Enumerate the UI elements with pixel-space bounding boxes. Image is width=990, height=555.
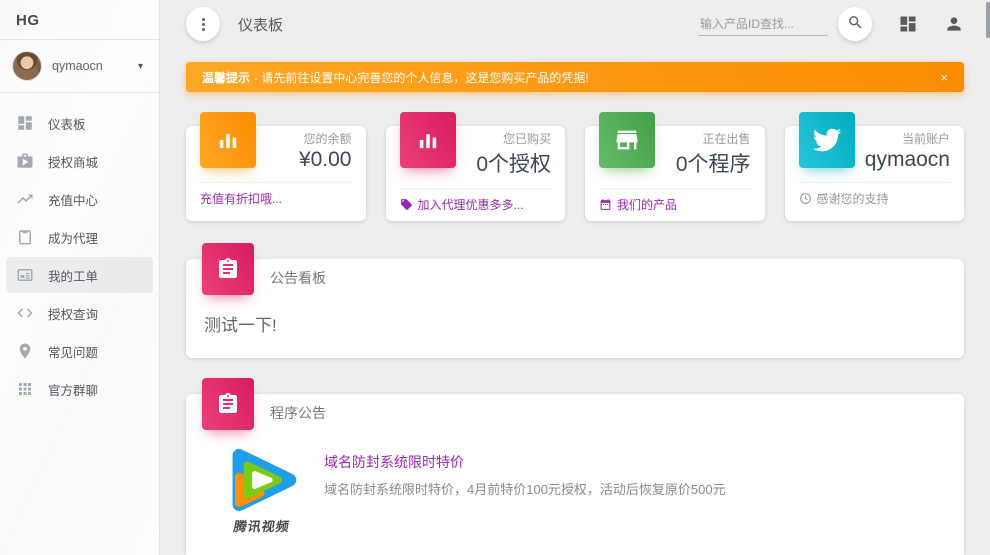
stats-row: 您的余额 ¥0.00 充值有折扣哦... 您已购买 0个授权 <box>186 126 964 221</box>
close-icon[interactable]: × <box>940 70 948 85</box>
stat-card-purchased: 您已购买 0个授权 加入代理优惠多多... <box>386 126 566 221</box>
stat-value: 0个程序 <box>655 148 751 178</box>
scrollbar-thumb[interactable] <box>986 2 990 38</box>
alert-banner: 温馨提示 - 请先前往设置中心完善您的个人信息，这是您购买产品的凭据! × <box>186 62 964 92</box>
person-icon[interactable] <box>944 14 964 34</box>
user-name: qymaocn <box>52 59 138 73</box>
stat-value: qymaocn <box>855 148 951 172</box>
kebab-menu-button[interactable] <box>186 7 220 41</box>
page-title: 仪表板 <box>238 14 283 35</box>
kebab-menu-icon <box>202 18 205 31</box>
stat-footer-link[interactable]: 充值有折扣哦... <box>186 183 366 215</box>
shop-icon <box>16 152 34 170</box>
sidebar-item-label: 授权查询 <box>48 304 98 323</box>
stat-label: 您已购买 <box>456 130 552 147</box>
worklist-icon <box>16 266 34 284</box>
main-area: 仪表板 温馨提示 - 请先前往设置中心完善您的个人信息，这是您购买产品的凭据! … <box>160 0 990 555</box>
topbar-actions <box>698 7 964 41</box>
sidebar-menu: 仪表板 授权商城 充值中心 成为代理 我的工单 <box>0 93 159 419</box>
sidebar-item-faq[interactable]: 常见问题 <box>6 333 153 369</box>
content: 温馨提示 - 请先前往设置中心完善您的个人信息，这是您购买产品的凭据! × 您的… <box>160 62 990 555</box>
stat-footer-label: 我们的产品 <box>617 196 677 213</box>
topbar: 仪表板 <box>160 0 990 48</box>
sidebar-item-auth-query[interactable]: 授权查询 <box>6 295 153 331</box>
announcement-description: 域名防封系统限时特价，4月前特价100元授权，活动后恢复原价500元 <box>324 479 726 498</box>
twitter-icon <box>799 112 855 168</box>
sidebar-item-shop[interactable]: 授权商城 <box>6 143 153 179</box>
stat-value: 0个授权 <box>456 148 552 178</box>
sidebar-item-label: 成为代理 <box>48 228 98 247</box>
stat-label: 当前账户 <box>855 130 951 147</box>
sidebar-item-group-chat[interactable]: 官方群聊 <box>6 371 153 407</box>
stat-footer-label: 充值有折扣哦... <box>200 190 282 207</box>
sidebar-item-label: 官方群聊 <box>48 380 98 399</box>
tencent-video-caption: 腾讯视频 <box>210 516 313 535</box>
tencent-video-logo: 腾讯视频 <box>212 444 312 535</box>
stat-value: ¥0.00 <box>256 148 352 172</box>
stat-label: 正在出售 <box>655 130 751 147</box>
stat-card-selling: 正在出售 0个程序 我们的产品 <box>585 126 765 221</box>
program-item: 腾讯视频 域名防封系统限时特价 域名防封系统限时特价，4月前特价100元授权，活… <box>186 430 964 555</box>
sidebar-item-label: 授权商城 <box>48 152 98 171</box>
user-menu[interactable]: qymaocn ▾ <box>0 40 159 92</box>
bar-chart-icon <box>400 112 456 168</box>
search-icon <box>847 14 864 34</box>
alert-message: - 请先前往设置中心完善您的个人信息，这是您购买产品的凭据! <box>254 69 589 86</box>
chevron-down-icon: ▾ <box>138 61 147 72</box>
code-icon <box>16 304 34 322</box>
sidebar: HG qymaocn ▾ 仪表板 授权商城 充值中心 <box>0 0 160 555</box>
panel-title: 程序公告 <box>270 401 326 423</box>
sidebar-item-label: 我的工单 <box>48 266 98 285</box>
apps-grid-icon[interactable] <box>898 14 918 34</box>
map-pin-icon <box>16 342 34 360</box>
dashboard-icon <box>16 114 34 132</box>
sidebar-item-tickets[interactable]: 我的工单 <box>6 257 153 293</box>
apps-grid-icon <box>16 380 34 398</box>
store-icon <box>599 112 655 168</box>
clipboard-icon <box>202 378 254 430</box>
sidebar-item-agent[interactable]: 成为代理 <box>6 219 153 255</box>
search-input[interactable] <box>698 13 828 36</box>
stat-footer-link[interactable]: 我们的产品 <box>585 189 765 221</box>
trending-up-icon <box>16 190 34 208</box>
clock-icon <box>799 192 812 205</box>
sidebar-item-dashboard[interactable]: 仪表板 <box>6 105 153 141</box>
stat-card-balance: 您的余额 ¥0.00 充值有折扣哦... <box>186 126 366 221</box>
stat-card-account: 当前账户 qymaocn 感谢您的支持 <box>785 126 965 221</box>
sidebar-item-label: 充值中心 <box>48 190 98 209</box>
stat-footer-link[interactable]: 加入代理优惠多多... <box>386 189 566 221</box>
calendar-icon <box>599 198 612 211</box>
sidebar-item-label: 仪表板 <box>48 114 86 133</box>
announcement-link[interactable]: 域名防封系统限时特价 <box>324 452 464 472</box>
clipboard-icon <box>16 228 34 246</box>
tag-icon <box>400 198 413 211</box>
announcement-board-card: 公告看板 测试一下! <box>186 259 964 358</box>
stat-footer-note: 感谢您的支持 <box>785 183 965 215</box>
program-announcements-card: 程序公告 腾讯视频 域名防封系统限时特价 域名防封系统限时特价，4月前特价100… <box>186 394 964 555</box>
stat-label: 您的余额 <box>256 130 352 147</box>
bar-chart-icon <box>200 112 256 168</box>
sidebar-item-recharge[interactable]: 充值中心 <box>6 181 153 217</box>
avatar <box>12 51 42 81</box>
sidebar-item-label: 常见问题 <box>48 342 98 361</box>
alert-title: 温馨提示 <box>202 69 250 86</box>
clipboard-icon <box>202 243 254 295</box>
stat-footer-label: 感谢您的支持 <box>817 190 889 207</box>
stat-footer-label: 加入代理优惠多多... <box>418 196 524 213</box>
board-content: 测试一下! <box>186 295 964 358</box>
brand-logo: HG <box>0 0 159 39</box>
search-button[interactable] <box>838 7 872 41</box>
scrollbar-track[interactable] <box>985 0 990 555</box>
panel-title: 公告看板 <box>270 266 326 288</box>
